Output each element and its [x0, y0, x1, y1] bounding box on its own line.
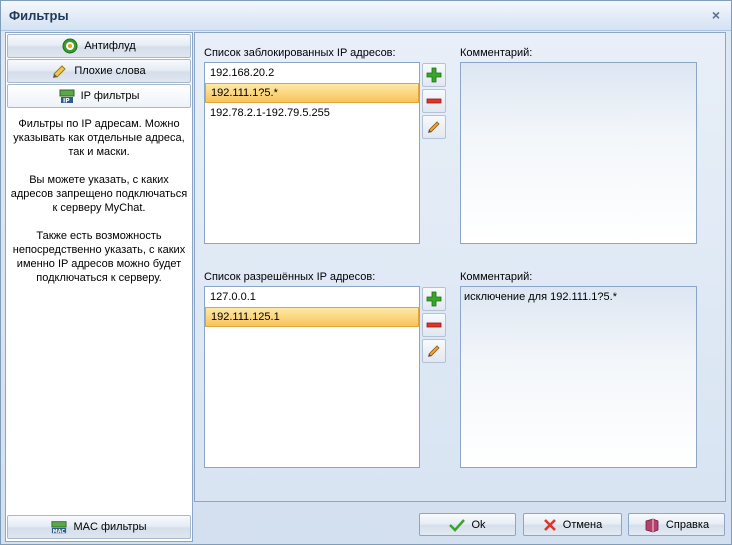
sidebar-item-label: Плохие слова — [74, 65, 146, 77]
checkmark-icon — [449, 518, 466, 532]
help-button[interactable]: Справка — [628, 513, 725, 536]
list-item[interactable]: 192.78.2.1-192.79.5.255 — [205, 103, 419, 123]
allowed-list-label: Список разрешённых IP адресов: — [204, 271, 376, 283]
sidebar: Антифлуд Плохие слова IP IP фильтры Филь… — [5, 32, 193, 542]
close-button[interactable]: × — [709, 8, 723, 22]
edit-pencil-icon — [428, 345, 440, 357]
help-book-icon — [645, 518, 659, 532]
blocked-ip-list[interactable]: 192.168.20.2 192.111.1?5.* 192.78.2.1-19… — [204, 62, 420, 244]
sidebar-item-label: Антифлуд — [84, 40, 136, 52]
sidebar-item-mac-filters[interactable]: MAC MAC фильтры — [7, 515, 191, 539]
svg-text:IP: IP — [63, 98, 70, 105]
blocked-comment-label: Комментарий: — [460, 47, 533, 59]
mac-filter-icon: MAC — [51, 519, 68, 535]
sidebar-item-antiflood[interactable]: Антифлуд — [7, 34, 191, 58]
description-paragraph: Фильтры по IP адресам. Можно указывать к… — [13, 118, 185, 158]
allowed-comment-label: Комментарий: — [460, 271, 533, 283]
cancel-button[interactable]: Отмена — [523, 513, 622, 536]
sidebar-item-label: MAC фильтры — [73, 521, 147, 533]
list-item-selected[interactable]: 192.111.1?5.* — [205, 83, 419, 103]
cross-icon — [543, 518, 556, 531]
allowed-ip-list[interactable]: 127.0.0.1 192.111.125.1 — [204, 286, 420, 468]
description-paragraph: Также есть возможность непосредственно у… — [12, 230, 186, 284]
allowed-remove-button[interactable] — [422, 313, 446, 337]
allowed-add-button[interactable] — [422, 287, 446, 311]
ok-button[interactable]: Ok — [419, 513, 516, 536]
ip-filter-icon: IP — [59, 88, 75, 104]
edit-pencil-icon — [428, 121, 440, 133]
remove-icon — [426, 98, 442, 104]
remove-icon — [426, 322, 442, 328]
title-bar[interactable]: Фильтры × — [1, 1, 731, 31]
svg-text:MAC: MAC — [53, 529, 66, 535]
ip-filters-panel: Список заблокированных IP адресов: 192.1… — [194, 32, 726, 502]
blocked-list-label: Список заблокированных IP адресов: — [204, 47, 396, 59]
filters-window: Фильтры × Антифлуд Плохие слова IP IP фи… — [0, 0, 732, 545]
list-item-selected[interactable]: 192.111.125.1 — [205, 307, 419, 327]
window-title: Фильтры — [9, 8, 69, 23]
ip-filters-description: Фильтры по IP адресам. Можно указывать к… — [8, 117, 190, 299]
list-item[interactable]: 192.168.20.2 — [205, 63, 419, 83]
bad-words-icon — [52, 63, 68, 79]
sidebar-item-ip-filters[interactable]: IP IP фильтры — [7, 84, 191, 108]
blocked-edit-button[interactable] — [422, 115, 446, 139]
add-icon — [426, 291, 442, 307]
blocked-comment-field[interactable] — [460, 62, 697, 244]
sidebar-item-label: IP фильтры — [80, 90, 140, 102]
add-icon — [426, 67, 442, 83]
ok-button-label: Ok — [471, 518, 486, 531]
blocked-remove-button[interactable] — [422, 89, 446, 113]
allowed-edit-button[interactable] — [422, 339, 446, 363]
allowed-comment-field[interactable]: исключение для 192.111.1?5.* — [460, 286, 697, 468]
cancel-button-label: Отмена — [562, 518, 603, 531]
antiflood-icon — [62, 38, 78, 54]
help-button-label: Справка — [665, 518, 710, 531]
blocked-add-button[interactable] — [422, 63, 446, 87]
sidebar-item-bad-words[interactable]: Плохие слова — [7, 59, 191, 83]
description-paragraph: Вы можете указать, с каких адресов запре… — [10, 174, 188, 214]
list-item[interactable]: 127.0.0.1 — [205, 287, 419, 307]
